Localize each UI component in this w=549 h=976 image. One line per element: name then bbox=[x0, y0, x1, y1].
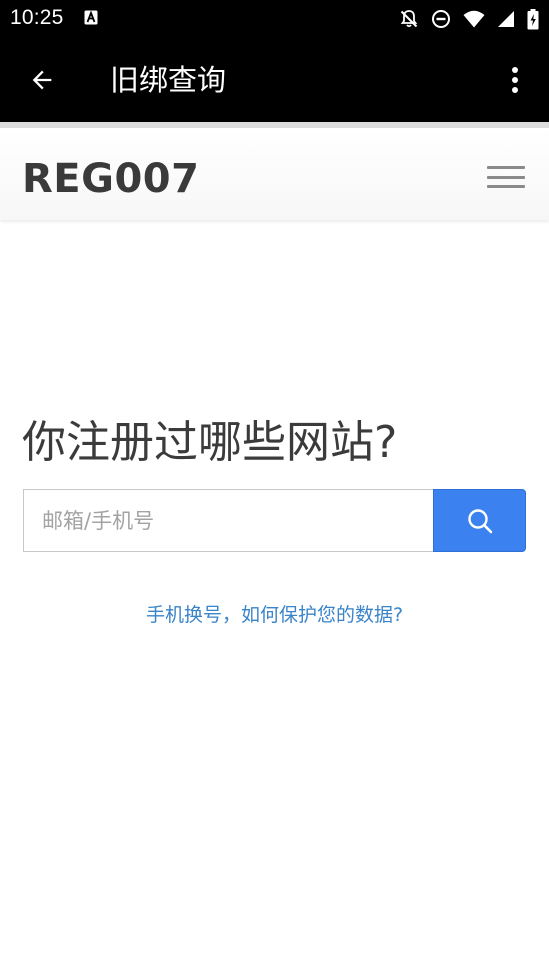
site-header: REG007 bbox=[0, 122, 549, 220]
status-icons bbox=[399, 8, 539, 30]
menu-bar bbox=[487, 175, 525, 179]
search-icon bbox=[467, 508, 492, 533]
app-title: 旧绑查询 bbox=[110, 63, 227, 97]
hamburger-menu-icon[interactable] bbox=[487, 162, 525, 192]
battery-charging-icon bbox=[527, 8, 539, 30]
page-heading: 你注册过哪些网站? bbox=[22, 417, 398, 468]
screen: 10:25 旧绑查询 REG007 你注册过哪些网站? 邮箱/手机号 手机换号，… bbox=[0, 0, 549, 976]
site-logo[interactable]: REG007 bbox=[22, 156, 199, 202]
menu-bar bbox=[487, 185, 525, 188]
wifi-icon bbox=[463, 10, 485, 28]
notifications-off-icon bbox=[399, 9, 419, 29]
more-vertical-icon bbox=[512, 67, 518, 93]
more-options-button[interactable] bbox=[493, 52, 537, 108]
a-notification-icon bbox=[84, 10, 98, 25]
status-time: 10:25 bbox=[10, 6, 64, 29]
search-input[interactable] bbox=[23, 489, 433, 552]
do-not-disturb-icon bbox=[431, 9, 451, 29]
arrow-left-icon bbox=[32, 70, 52, 90]
app-bar: 旧绑查询 bbox=[0, 38, 549, 122]
status-bar: 10:25 bbox=[0, 0, 549, 38]
signal-icon bbox=[497, 10, 515, 28]
search-button[interactable] bbox=[433, 489, 526, 552]
menu-bar bbox=[487, 166, 525, 169]
search-form bbox=[23, 489, 526, 552]
back-button[interactable] bbox=[14, 52, 70, 108]
help-link[interactable]: 手机换号，如何保护您的数据? bbox=[0, 598, 549, 632]
